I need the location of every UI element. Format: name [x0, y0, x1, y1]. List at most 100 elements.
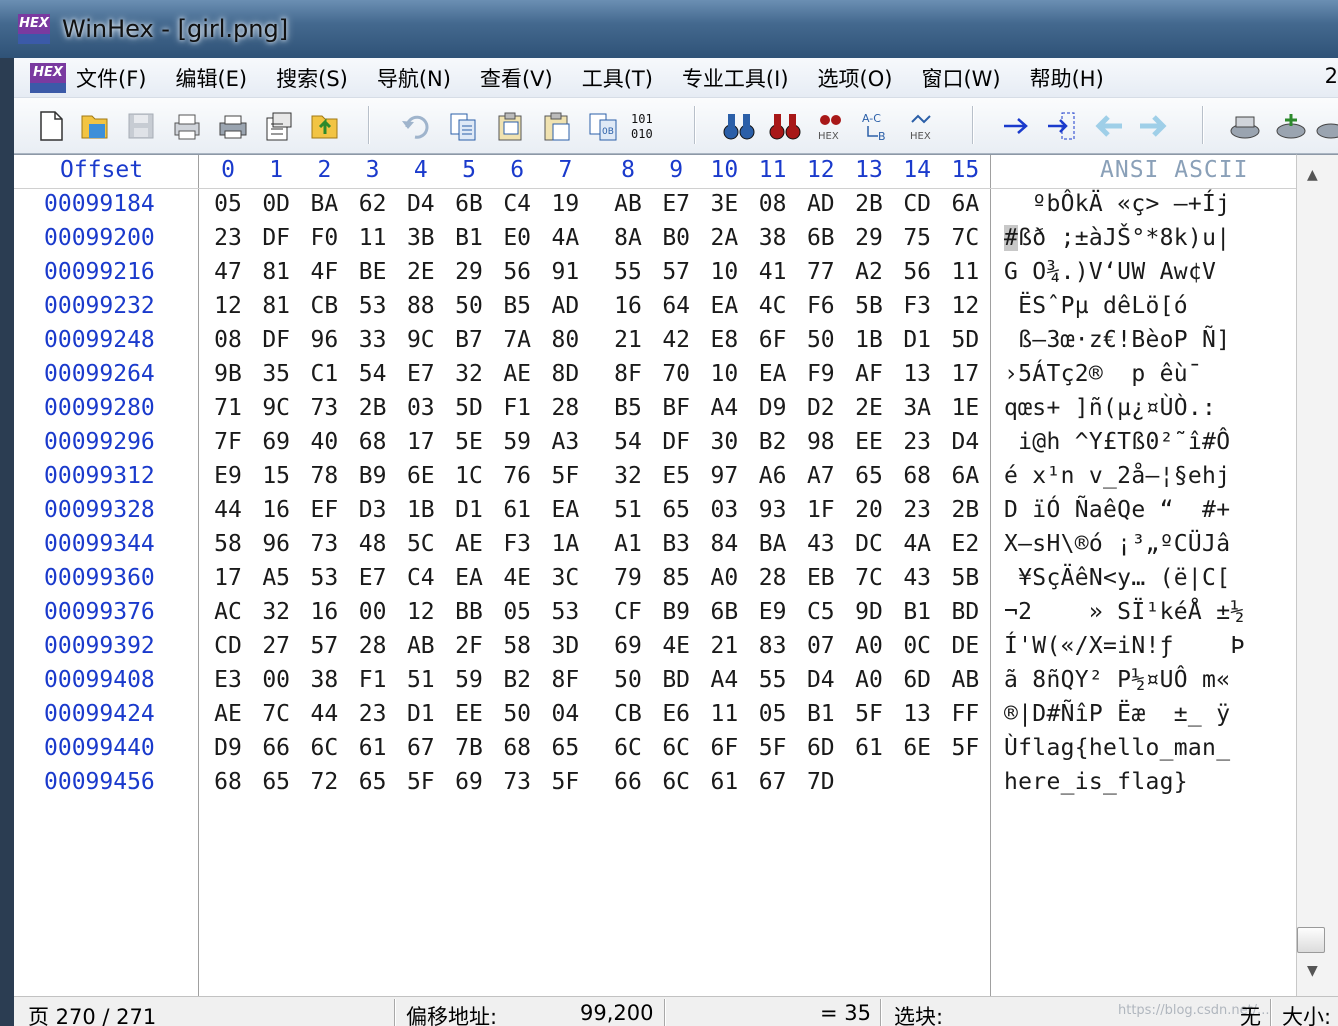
hex-byte[interactable]: F3 — [499, 531, 535, 557]
hex-byte[interactable]: A4 — [706, 395, 742, 421]
hex-byte[interactable]: B2 — [499, 667, 535, 693]
row-offset[interactable]: 00099376 — [44, 599, 155, 625]
hex-byte[interactable]: 6D — [899, 667, 935, 693]
goto-block-icon[interactable] — [1046, 108, 1080, 144]
hex-byte[interactable]: 7C — [851, 565, 887, 591]
find-hex-icon[interactable] — [768, 108, 802, 144]
hex-byte[interactable]: BE — [355, 259, 391, 285]
hex-byte[interactable]: 6C — [306, 735, 342, 761]
hex-byte[interactable]: 05 — [499, 599, 535, 625]
hex-byte[interactable]: 54 — [355, 361, 391, 387]
menu-navigation[interactable]: 导航(N) — [377, 63, 451, 93]
ascii-text-rest[interactable]: ßð ;±àJŠ°*8k)u| — [1018, 225, 1230, 251]
hex-byte[interactable]: DF — [258, 327, 294, 353]
hex-byte[interactable]: D1 — [899, 327, 935, 353]
hex-byte[interactable]: B5 — [499, 293, 535, 319]
hex-byte[interactable]: 8D — [547, 361, 583, 387]
hex-byte[interactable]: 6F — [755, 327, 791, 353]
menu-file[interactable]: 文件(F) — [76, 63, 146, 93]
row-offset[interactable]: 00099392 — [44, 633, 155, 659]
hex-byte[interactable]: B9 — [355, 463, 391, 489]
row-offset[interactable]: 00099296 — [44, 429, 155, 455]
hex-byte[interactable]: 7C — [258, 701, 294, 727]
hex-byte[interactable]: 58 — [499, 633, 535, 659]
hex-byte[interactable]: BD — [947, 599, 983, 625]
hex-byte[interactable]: 19 — [547, 191, 583, 217]
ascii-text[interactable]: D ïÓ ÑaêQe “ #+ — [1004, 497, 1230, 523]
hex-byte[interactable]: 12 — [210, 293, 246, 319]
ascii-text[interactable]: here_is_flag} — [1004, 769, 1188, 795]
hex-byte[interactable]: 20 — [851, 497, 887, 523]
hex-byte[interactable]: 41 — [755, 259, 791, 285]
forward-icon[interactable] — [1136, 108, 1170, 144]
hex-byte[interactable]: 5F — [947, 735, 983, 761]
hex-byte[interactable]: 73 — [499, 769, 535, 795]
hex-byte[interactable]: 9C — [403, 327, 439, 353]
row-offset[interactable]: 00099264 — [44, 361, 155, 387]
hex-byte[interactable]: 61 — [355, 735, 391, 761]
hex-byte[interactable]: EF — [306, 497, 342, 523]
hex-byte[interactable]: 42 — [658, 327, 694, 353]
hex-byte[interactable]: 5E — [451, 429, 487, 455]
hex-byte[interactable]: 4A — [547, 225, 583, 251]
hex-byte[interactable]: 8A — [610, 225, 646, 251]
hex-byte[interactable]: 21 — [610, 327, 646, 353]
hex-byte[interactable]: AB — [947, 667, 983, 693]
save-icon[interactable] — [124, 108, 158, 144]
hex-byte[interactable]: 96 — [306, 327, 342, 353]
hex-byte[interactable]: 4E — [499, 565, 535, 591]
hex-byte[interactable]: 9C — [258, 395, 294, 421]
hex-byte[interactable]: 6F — [706, 735, 742, 761]
hex-byte[interactable]: 10 — [706, 259, 742, 285]
hex-byte[interactable]: 16 — [306, 599, 342, 625]
row-offset[interactable]: 00099424 — [44, 701, 155, 727]
hex-byte[interactable]: 51 — [610, 497, 646, 523]
hex-byte[interactable]: 11 — [706, 701, 742, 727]
hex-byte[interactable]: EA — [547, 497, 583, 523]
hex-byte[interactable]: B5 — [610, 395, 646, 421]
hex-byte[interactable]: 47 — [210, 259, 246, 285]
hex-byte[interactable]: 65 — [658, 497, 694, 523]
hex-byte[interactable]: B1 — [451, 225, 487, 251]
hex-byte[interactable]: 3A — [899, 395, 935, 421]
disk-open-icon[interactable] — [1314, 108, 1338, 144]
menu-window[interactable]: 窗口(W) — [921, 63, 1000, 93]
hex-byte[interactable]: 59 — [451, 667, 487, 693]
hex-byte[interactable]: B7 — [451, 327, 487, 353]
hex-byte[interactable]: B3 — [658, 531, 694, 557]
hex-byte[interactable]: A3 — [547, 429, 583, 455]
hex-byte[interactable]: 8F — [547, 667, 583, 693]
copy-icon[interactable] — [446, 108, 480, 144]
ascii-text[interactable]: ›5ÁTç2® p êù¯ — [1004, 361, 1202, 387]
hex-byte[interactable]: F0 — [306, 225, 342, 251]
row-offset[interactable]: 00099408 — [44, 667, 155, 693]
hex-byte[interactable]: A0 — [706, 565, 742, 591]
row-offset[interactable]: 00099344 — [44, 531, 155, 557]
scroll-up-arrow-icon[interactable]: ▲ — [1307, 167, 1318, 183]
hex-byte[interactable]: A6 — [755, 463, 791, 489]
open-file-icon[interactable] — [78, 108, 112, 144]
hex-byte[interactable]: 58 — [210, 531, 246, 557]
hex-byte[interactable]: BA — [755, 531, 791, 557]
hex-byte[interactable]: 16 — [610, 293, 646, 319]
hex-byte[interactable]: DE — [947, 633, 983, 659]
hex-byte[interactable]: 64 — [658, 293, 694, 319]
hex-byte[interactable]: 17 — [210, 565, 246, 591]
hex-byte[interactable]: E6 — [658, 701, 694, 727]
hex-byte[interactable]: 5B — [947, 565, 983, 591]
hex-byte[interactable]: 1A — [547, 531, 583, 557]
hex-byte[interactable]: 5C — [403, 531, 439, 557]
hex-byte[interactable]: 78 — [306, 463, 342, 489]
back-icon[interactable] — [1092, 108, 1126, 144]
hex-byte[interactable]: 50 — [499, 701, 535, 727]
hex-byte[interactable]: E7 — [355, 565, 391, 591]
hex-byte[interactable]: 69 — [258, 429, 294, 455]
hex-byte[interactable]: AE — [499, 361, 535, 387]
hex-byte[interactable]: C4 — [499, 191, 535, 217]
hex-byte[interactable]: 2B — [947, 497, 983, 523]
ascii-text[interactable]: #ßð ;±àJŠ°*8k)u| — [1004, 225, 1230, 251]
hex-byte[interactable]: E0 — [499, 225, 535, 251]
hex-byte[interactable]: 62 — [355, 191, 391, 217]
hex-byte[interactable]: 8F — [610, 361, 646, 387]
hex-byte[interactable]: 4C — [755, 293, 791, 319]
